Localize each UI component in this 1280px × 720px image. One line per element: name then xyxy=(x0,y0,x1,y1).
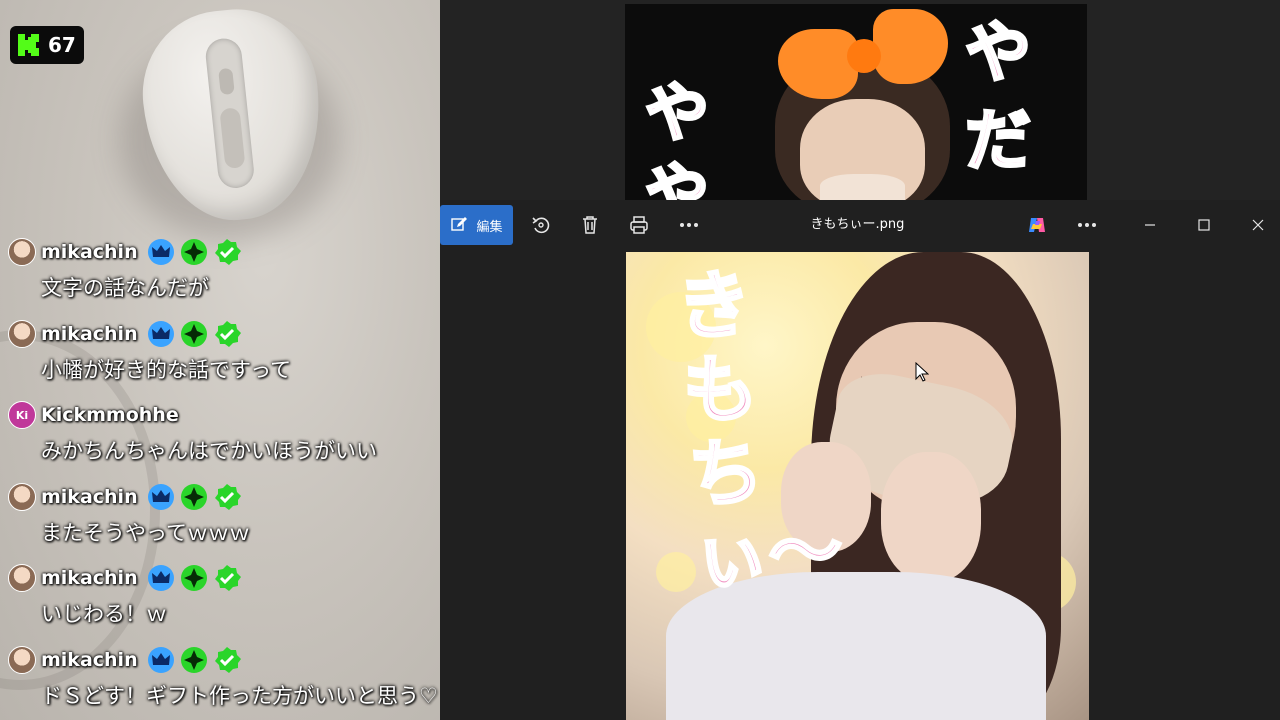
crown-badge-icon xyxy=(147,239,174,265)
verified-badge-icon xyxy=(214,483,241,510)
chat-username[interactable]: mikachin xyxy=(41,567,138,589)
photos-viewer-window: 編集 きもちぃー.png きもちぃ〜 xyxy=(440,200,1280,720)
user-avatar xyxy=(8,482,36,511)
chat-message-text: みかちんちゃんはでかいほうがいい xyxy=(41,439,377,464)
chat-message: Ki Kickmmohhe みかちんちゃんはでかいほうがいい xyxy=(8,399,440,481)
verified-badge-icon xyxy=(214,239,241,265)
image-overlay-text: きもちぃ〜 xyxy=(673,259,847,604)
person-hand xyxy=(881,452,981,582)
close-button[interactable] xyxy=(1243,210,1273,240)
orange-bow-knot xyxy=(847,39,881,73)
maximize-icon xyxy=(1198,219,1210,231)
displayed-image[interactable]: きもちぃ〜 xyxy=(626,252,1089,720)
user-avatar xyxy=(8,645,36,674)
print-button[interactable] xyxy=(624,210,654,240)
chat-username[interactable]: mikachin xyxy=(41,486,138,508)
chat-username[interactable]: Kickmmohhe xyxy=(41,404,179,426)
verified-badge-icon xyxy=(214,320,241,347)
crown-badge-icon xyxy=(147,565,174,592)
sparkle-badge-icon xyxy=(180,320,207,347)
background-text-left: やや xyxy=(644,76,711,201)
orange-bow xyxy=(873,9,948,84)
delete-button[interactable] xyxy=(575,210,605,240)
chat-message: mikachin 文字の話なんだが xyxy=(8,236,440,318)
minimize-icon xyxy=(1145,224,1155,226)
user-avatar xyxy=(8,238,36,266)
background-text-right: やだ xyxy=(964,13,1033,181)
chat-message-text: いじわる！ｗ xyxy=(41,602,167,627)
close-icon xyxy=(1252,219,1264,231)
sparkle xyxy=(656,552,696,592)
chat-message-text: 小幡が好き的な話ですって xyxy=(41,357,292,382)
person-mask xyxy=(820,174,905,200)
mouse-wheel xyxy=(204,36,256,190)
chat-message: mikachin またそうやってｗｗｗ xyxy=(8,481,440,563)
sparkle-badge-icon xyxy=(180,239,207,265)
viewer-toolbar: 編集 きもちぃー.png xyxy=(440,200,1280,250)
delete-icon xyxy=(583,216,597,234)
user-avatar xyxy=(8,319,36,348)
chat-message: mikachin 小幡が好き的な話ですって xyxy=(8,318,440,400)
chat-message: mikachin ドＳどす！ギフト作った方がいいと思う♡ xyxy=(8,644,440,720)
verified-badge-icon xyxy=(214,565,241,592)
chat-panel: mikachin 文字の話なんだが mikachin 小幡が好き的な話ですって … xyxy=(8,236,440,720)
mouse-cursor-icon xyxy=(915,362,929,382)
chat-username[interactable]: mikachin xyxy=(41,323,138,345)
background-window: やや やだ xyxy=(440,0,1280,200)
chat-message-text: 文字の話なんだが xyxy=(41,276,209,300)
crown-badge-icon xyxy=(147,646,174,673)
viewer-count: 67 xyxy=(48,33,76,57)
background-photo: やや やだ xyxy=(625,4,1087,200)
edit-icon xyxy=(451,217,468,231)
copilot-button[interactable] xyxy=(1022,210,1052,240)
more-icon xyxy=(1078,223,1096,227)
chat-message: mikachin いじわる！ｗ xyxy=(8,562,440,644)
rotate-button[interactable] xyxy=(526,210,556,240)
more-icon xyxy=(680,223,698,227)
chat-message-text: ドＳどす！ギフト作った方がいいと思う♡ xyxy=(41,683,438,708)
crown-badge-icon xyxy=(147,483,174,510)
viewer-count-badge: 67 xyxy=(10,26,84,64)
sparkle-badge-icon xyxy=(180,646,207,673)
copilot-icon xyxy=(1029,218,1045,232)
print-icon xyxy=(630,216,648,234)
more-button[interactable] xyxy=(674,210,704,240)
minimize-button[interactable] xyxy=(1135,210,1165,240)
chat-message-text: またそうやってｗｗｗ xyxy=(41,520,250,545)
webcam-feed: 67 mikachin 文字の話なんだが mikachin 小幡が好き的な話です… xyxy=(0,0,440,720)
user-avatar: Ki xyxy=(8,401,36,430)
sparkle-badge-icon xyxy=(180,483,207,510)
sparkle-badge-icon xyxy=(180,565,207,592)
file-name-title: きもちぃー.png xyxy=(810,217,905,232)
edit-button[interactable]: 編集 xyxy=(440,205,513,245)
chat-username[interactable]: mikachin xyxy=(41,241,138,263)
crown-badge-icon xyxy=(147,320,174,347)
chat-username[interactable]: mikachin xyxy=(41,649,138,671)
rotate-icon xyxy=(532,217,550,234)
maximize-button[interactable] xyxy=(1189,210,1219,240)
user-avatar xyxy=(8,564,36,593)
kick-logo-icon xyxy=(18,34,39,56)
edit-label: 編集 xyxy=(476,219,503,235)
verified-badge-icon xyxy=(214,646,241,673)
more-options-button[interactable] xyxy=(1072,210,1102,240)
